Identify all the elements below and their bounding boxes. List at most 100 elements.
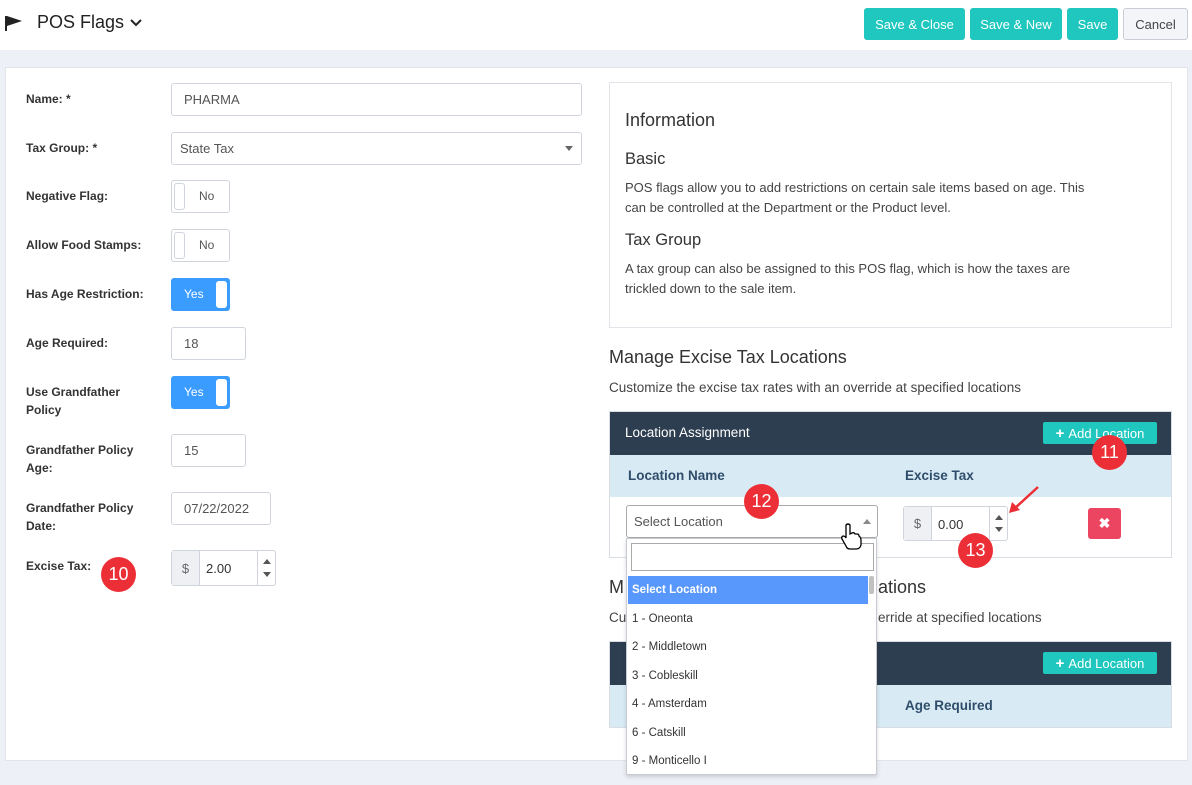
- tax-group-select[interactable]: State Tax: [171, 132, 582, 165]
- save-new-button[interactable]: Save & New: [970, 8, 1062, 40]
- delete-row-button[interactable]: ✖: [1088, 508, 1121, 539]
- taxgroup-text-line: A tax group can also be assigned to this…: [625, 261, 1071, 276]
- toggle-text: No: [199, 189, 215, 203]
- gf-date-label-line: Grandfather Policy: [26, 501, 134, 515]
- chevron-down-icon[interactable]: [129, 18, 143, 28]
- caret-down-icon: [565, 146, 573, 151]
- dropdown-option[interactable]: 9 - Monticello I: [628, 747, 868, 775]
- excise-tax-input[interactable]: $ 2.00: [171, 550, 276, 586]
- spin-down-icon[interactable]: [263, 572, 271, 577]
- row-excise-tax-value: 0.00: [938, 517, 964, 532]
- spin-down-icon[interactable]: [995, 527, 1003, 532]
- age-section-title-end: ations: [878, 577, 927, 597]
- toggle-text: Yes: [184, 385, 204, 399]
- toggle-text: Yes: [184, 287, 204, 301]
- spin-up-icon[interactable]: [263, 559, 271, 564]
- grandfather-label-line: Policy: [26, 403, 62, 417]
- age-required-input[interactable]: 18: [171, 327, 246, 360]
- dropdown-search-input[interactable]: [631, 543, 874, 571]
- basic-text-line: POS flags allow you to add restrictions …: [625, 180, 1085, 195]
- hand-cursor-icon: [841, 523, 862, 550]
- save-button[interactable]: Save: [1067, 8, 1118, 40]
- tax-group-label: Tax Group: *: [26, 141, 98, 155]
- dropdown-scrollbar[interactable]: [869, 576, 874, 594]
- grandfather-label-line: Use Grandfather: [26, 385, 121, 399]
- annotation-badge: 12: [744, 484, 779, 519]
- gf-date-input[interactable]: 07/22/2022: [171, 492, 271, 525]
- excise-section-subtitle: Customize the excise tax rates with an o…: [609, 380, 1021, 395]
- col-location-name: Location Name: [628, 468, 725, 483]
- basic-heading: Basic: [625, 150, 666, 168]
- save-close-button[interactable]: Save & Close: [864, 8, 965, 40]
- caret-up-icon: [863, 519, 871, 524]
- name-input[interactable]: PHARMA: [171, 83, 582, 116]
- dropdown-option[interactable]: Select Location: [628, 576, 868, 604]
- dropdown-option[interactable]: 4 - Amsterdam: [628, 690, 868, 718]
- dropdown-option[interactable]: 2 - Middletown: [628, 633, 868, 661]
- food-stamps-toggle[interactable]: No: [171, 229, 230, 262]
- annotation-arrow-icon: [1009, 486, 1039, 513]
- toggle-knob: [174, 232, 185, 259]
- gf-age-label-line: Age:: [26, 461, 53, 475]
- toggle-text: No: [199, 238, 215, 252]
- column-header-row: Location Name Excise Tax: [610, 455, 1171, 497]
- toggle-knob: [216, 281, 227, 308]
- plus-icon: +: [1055, 654, 1065, 672]
- basic-text-line: can be controlled at the Department or t…: [625, 199, 951, 215]
- add-location-label: Add Location: [1068, 655, 1145, 671]
- excise-label: Excise Tax:: [26, 559, 92, 573]
- add-location-button[interactable]: + Add Location: [1043, 652, 1157, 674]
- annotation-badge: 13: [958, 533, 993, 568]
- info-panel: Information Basic POS flags allow you to…: [609, 82, 1172, 328]
- taxgroup-text: A tax group can also be assigned to this…: [625, 259, 1070, 298]
- page-title: POS Flags: [37, 12, 125, 32]
- age-section-subtitle-end: erride at specified locations: [878, 610, 1042, 625]
- dropdown-option[interactable]: 1 - Oneonta: [628, 605, 868, 633]
- flag-icon: [5, 16, 22, 31]
- age-section-title-start: M: [609, 577, 624, 597]
- spin-up-icon[interactable]: [995, 515, 1003, 520]
- gf-date-label: Grandfather Policy Date:: [26, 499, 133, 535]
- taxgroup-heading: Tax Group: [625, 231, 702, 249]
- toggle-knob: [174, 183, 185, 210]
- gf-date-label-line: Date:: [26, 519, 57, 533]
- grandfather-label: Use Grandfather Policy: [26, 383, 120, 419]
- grandfather-toggle[interactable]: Yes: [171, 376, 230, 409]
- tax-group-value: State Tax: [180, 141, 234, 156]
- plus-icon: +: [1055, 424, 1065, 442]
- age-restriction-label: Has Age Restriction:: [26, 287, 144, 301]
- col-excise-tax: Excise Tax: [905, 468, 974, 483]
- age-restriction-toggle[interactable]: Yes: [171, 278, 230, 311]
- age-section-subtitle-start: Cu: [609, 610, 627, 625]
- location-dropdown: Select Location 1 - Oneonta 2 - Middleto…: [626, 538, 877, 775]
- currency-prefix: $: [904, 507, 932, 540]
- top-bar: POS Flags Save & Close Save & New Save C…: [0, 0, 1192, 50]
- currency-prefix: $: [172, 551, 200, 585]
- gf-age-input[interactable]: 15: [171, 434, 246, 467]
- col-age-required: Age Required: [905, 698, 993, 713]
- taxgroup-text-line: trickled down to the sale item.: [625, 280, 797, 296]
- location-select-value: Select Location: [634, 514, 723, 529]
- spinner[interactable]: [257, 551, 275, 585]
- excise-tax-value: 2.00: [206, 561, 232, 576]
- main-card: Name: * PHARMA Tax Group: * State Tax Ne…: [5, 67, 1188, 761]
- row-excise-tax-input[interactable]: $ 0.00: [903, 506, 1008, 541]
- spinner[interactable]: [989, 507, 1007, 540]
- excise-section-title: Manage Excise Tax Locations: [609, 347, 847, 367]
- annotation-badge: 11: [1092, 435, 1127, 470]
- dropdown-option[interactable]: 3 - Cobleskill: [628, 662, 868, 690]
- name-label: Name: *: [26, 92, 71, 106]
- toggle-knob: [216, 379, 227, 406]
- annotation-badge: 10: [101, 557, 136, 592]
- food-stamps-label: Allow Food Stamps:: [26, 238, 142, 252]
- panel-header: Location Assignment + Add Location: [610, 412, 1171, 455]
- panel-title: Location Assignment: [625, 425, 750, 440]
- gf-age-label: Grandfather Policy Age:: [26, 441, 133, 477]
- dropdown-option[interactable]: 6 - Catskill: [628, 719, 868, 747]
- location-assignment-panel: Location Assignment + Add Location Locat…: [609, 411, 1172, 558]
- negative-flag-toggle[interactable]: No: [171, 180, 230, 213]
- cancel-button[interactable]: Cancel: [1123, 8, 1188, 40]
- info-title: Information: [625, 110, 716, 130]
- gf-age-label-line: Grandfather Policy: [26, 443, 134, 457]
- basic-text: POS flags allow you to add restrictions …: [625, 178, 1084, 217]
